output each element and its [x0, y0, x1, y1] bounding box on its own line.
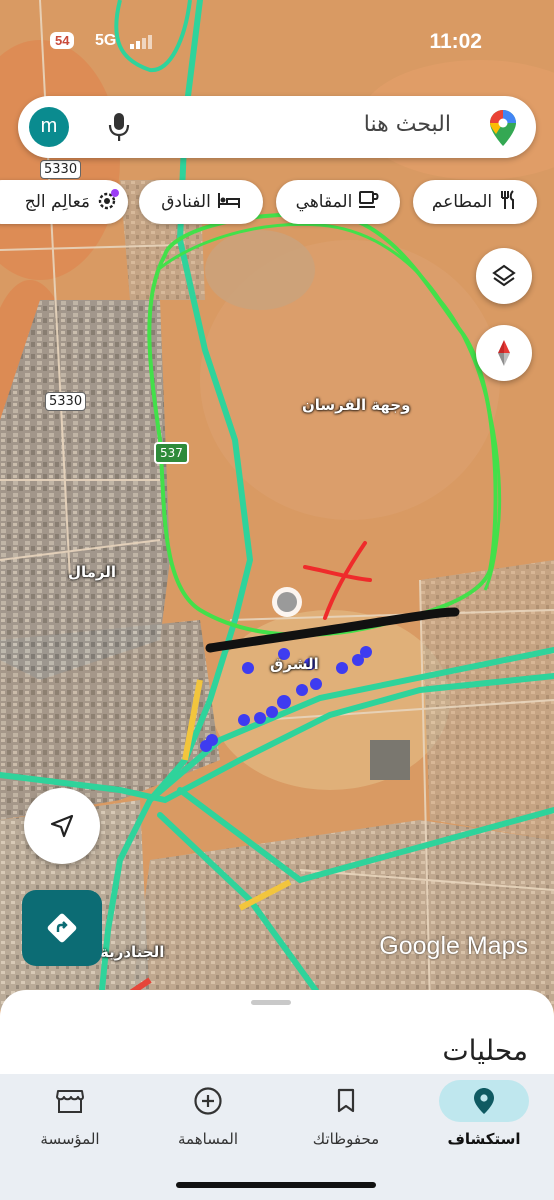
- nav-icon-wrap: [439, 1080, 529, 1122]
- nav-contribute[interactable]: المساهمة: [139, 1074, 277, 1174]
- road-shield-green: 537: [154, 442, 189, 464]
- search-input[interactable]: البحث هنا: [364, 112, 451, 137]
- chip-label: المطاعم: [431, 192, 493, 212]
- nav-label: المساهمة: [178, 1130, 238, 1148]
- add-circle-icon: [194, 1087, 222, 1115]
- my-location-button[interactable]: [24, 788, 100, 864]
- compass-button[interactable]: [476, 325, 532, 381]
- sheet-title: محليات: [442, 1034, 528, 1067]
- layers-icon: [492, 264, 516, 287]
- directions-button[interactable]: [22, 890, 102, 966]
- nav-icon-wrap: [25, 1080, 115, 1122]
- road-shield: 5330: [45, 392, 87, 411]
- layers-button[interactable]: [476, 248, 532, 304]
- bookmark-icon: [337, 1088, 355, 1113]
- nav-label: محفوظاتك: [312, 1130, 380, 1148]
- map-label-area[interactable]: وجهة الفرسان: [302, 396, 410, 414]
- sheet-drag-handle[interactable]: [251, 1000, 291, 1005]
- map-label-area[interactable]: الرمال: [68, 563, 116, 581]
- nav-label: المؤسسة: [40, 1130, 100, 1148]
- nav-saved[interactable]: محفوظاتك: [277, 1074, 415, 1174]
- compass-icon: [498, 340, 510, 366]
- road-shield: 5330: [40, 160, 82, 179]
- map-label-area[interactable]: الشرق: [270, 655, 319, 673]
- google-maps-watermark: Google Maps: [379, 932, 528, 960]
- chip-label: الفنادق: [161, 192, 211, 212]
- location-pin-icon: [474, 1088, 494, 1114]
- bed-icon: [217, 191, 241, 214]
- storefront-icon: [56, 1090, 84, 1113]
- fork-knife-icon: [498, 189, 518, 215]
- google-maps-pin-icon: [490, 110, 516, 146]
- home-indicator[interactable]: [176, 1182, 376, 1188]
- network-indicator: 5G: [95, 32, 117, 49]
- camera-gear-icon: [96, 188, 120, 216]
- nav-icon-wrap: [163, 1080, 253, 1122]
- chip-attractions[interactable]: مَعالِم الج: [0, 180, 128, 224]
- chip-label: مَعالِم الج: [24, 192, 90, 212]
- nav-business[interactable]: المؤسسة: [1, 1074, 139, 1174]
- battery-indicator: 54: [50, 32, 75, 49]
- search-bar[interactable]: m البحث هنا: [18, 96, 536, 158]
- nav-label: استكشاف: [447, 1130, 521, 1148]
- chip-label: المقاهي: [295, 192, 353, 212]
- status-time: 11:02: [429, 30, 482, 53]
- status-bar: 54 5G 11:02: [0, 22, 554, 62]
- chip-cafes[interactable]: المقاهي: [276, 180, 400, 224]
- nav-icon-wrap: [301, 1080, 391, 1122]
- coffee-icon: [358, 190, 380, 215]
- map-label-area[interactable]: الجنادرية: [100, 943, 164, 961]
- chip-restaurants[interactable]: المطاعم: [413, 180, 537, 224]
- mic-icon[interactable]: [108, 112, 130, 142]
- chip-hotels[interactable]: الفنادق: [139, 180, 263, 224]
- signal-icon: [130, 35, 152, 49]
- account-avatar[interactable]: m: [29, 107, 69, 147]
- directions-icon: [47, 913, 77, 943]
- navigation-arrow-icon: [50, 814, 74, 838]
- nav-explore[interactable]: استكشاف: [415, 1074, 553, 1174]
